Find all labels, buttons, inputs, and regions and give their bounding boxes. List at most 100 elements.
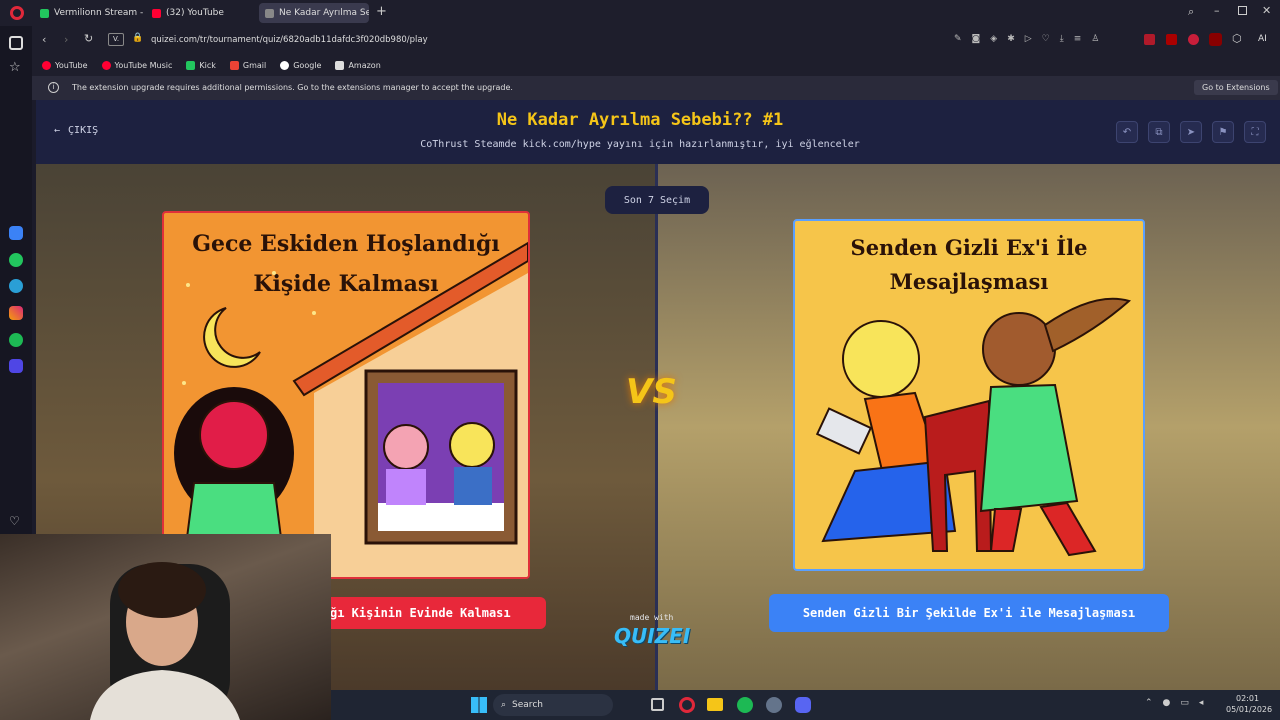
ext-red-icon[interactable] [1144,34,1155,45]
send-icon: ➤ [1186,126,1196,138]
right-choice-button[interactable]: Senden Gizli Bir Şekilde Ex'i ile Mesajl… [769,594,1169,632]
angry-woman-face [199,400,269,470]
tab-label: (32) YouTube [166,8,224,18]
streamer-hair [118,562,206,618]
tab-youtube[interactable]: (32) YouTube [146,3,256,23]
go-to-extensions-button[interactable]: Go to Extensions [1194,80,1278,95]
heart-icon[interactable]: ♡ [9,514,20,528]
windows-start-icon[interactable] [471,697,487,713]
vs-icon: VS [626,372,677,412]
back-icon[interactable]: ‹ [42,33,46,46]
opera-logo-icon[interactable] [10,6,24,20]
account-icon[interactable]: ♙ [1091,34,1099,44]
mic-icon[interactable]: ● [1163,698,1171,708]
heart-outline-icon[interactable]: ♡ [1042,34,1050,44]
network-icon[interactable]: ▭ [1180,698,1189,708]
extension-info-bar: i The extension upgrade requires additio… [32,76,1280,100]
undo-icon: ↶ [1122,126,1132,138]
search-tabs-icon[interactable]: ⌕ [1188,5,1194,19]
messenger-icon[interactable] [9,226,23,240]
telegram-icon[interactable] [9,279,23,293]
bookmark-amazon[interactable]: Amazon [335,60,381,70]
quizei-logo[interactable]: QUIZEI [614,624,690,648]
bookmarks-bar: YouTube YouTube Music Kick Gmail Google … [32,54,1280,76]
left-card-illustration [174,241,528,577]
moon-icon [203,307,261,368]
youtube-icon [42,60,51,70]
steam-icon[interactable] [766,697,782,713]
instagram-icon[interactable] [9,306,23,320]
player-icon[interactable] [9,359,23,373]
opera-taskbar-icon[interactable] [679,697,695,713]
star-icon[interactable]: ☆ [9,60,21,75]
file-explorer-icon[interactable] [707,698,723,711]
bookmark-youtube[interactable]: YouTube [42,60,88,70]
tab-label: Ne Kadar Ayrılma Sebebi... [279,8,369,18]
menu-icon[interactable]: ≡ [1074,34,1082,44]
lock-icon: 🔒 [132,33,144,43]
tab-bar: Vermilionn Stream - Watc (32) YouTube Ne… [0,0,1280,26]
round-badge: Son 7 Seçim [605,186,709,214]
send-button[interactable]: ➤ [1180,121,1202,143]
ext-puzzle-icon[interactable]: ⬡ [1232,32,1242,45]
tab-quizei[interactable]: Ne Kadar Ayrılma Sebebi... [259,3,369,23]
forward-icon[interactable]: › [64,33,68,46]
report-button[interactable]: ⚑ [1212,121,1234,143]
extension-icon[interactable]: ✱ [1007,34,1015,44]
left-choice-card[interactable]: Gece Eskiden Hoşlandığı Kişide Kalması [162,211,530,579]
amazon-icon [335,60,345,70]
vpn-badge[interactable]: V. [108,33,124,46]
taskbar-search[interactable]: ⌕ Search [493,694,613,716]
reload-icon[interactable]: ↻ [84,32,93,45]
task-view-icon[interactable] [651,698,664,711]
right-choice-card[interactable]: Senden Gizli Ex'i İle Mesajlaşması [793,219,1145,571]
ext-shield-icon[interactable] [1188,34,1199,45]
tray-icons[interactable]: ⌃ ● ▭ ◂ [1145,698,1203,708]
clock-date[interactable]: 05/01/2026 [1226,705,1272,714]
tablet [815,407,873,455]
bookmark-youtube-music[interactable]: YouTube Music [101,60,172,70]
new-tab-icon[interactable]: + [376,4,387,19]
vs-divider [655,164,658,690]
search-icon: ⌕ [501,700,507,710]
play-icon[interactable]: ▷ [1025,34,1032,44]
quiz-title: Ne Kadar Ayrılma Sebebi?? #1 [496,110,784,130]
close-window-button[interactable]: ✕ [1262,4,1271,17]
share-button[interactable]: ⧉ [1148,121,1170,143]
clock-time[interactable]: 02:01 [1236,694,1259,703]
spotify-taskbar-icon[interactable] [737,697,753,713]
ext-dark-icon[interactable] [1166,34,1177,45]
left-choice-button[interactable]: ğı Kişinin Evinde Kalması [316,597,546,629]
maximize-button[interactable] [1238,6,1247,15]
windows-taskbar: ⌕ Search ⌃ ● ▭ ◂ 02:01 05/01/2026 [331,690,1280,720]
bookmark-gmail[interactable]: Gmail [229,60,266,70]
woman-dress [979,383,1079,513]
spotify-icon[interactable] [9,333,23,347]
download-icon[interactable]: ⤓ [1060,34,1064,44]
ublock-icon[interactable] [1209,33,1222,46]
quiz-subtitle: CoThrust Steamde kick.com/hype yayını iç… [420,139,860,150]
star-dot [272,271,276,275]
shield-icon[interactable]: ◈ [990,34,997,44]
whatsapp-icon[interactable] [9,253,23,267]
home-icon[interactable] [9,36,23,50]
info-message: The extension upgrade requires additiona… [72,83,513,92]
bookmark-google[interactable]: Google [280,60,321,70]
discord-icon[interactable] [795,697,811,713]
edit-icon[interactable]: ✎ [954,34,962,44]
volume-icon[interactable]: ◂ [1199,698,1204,708]
share-icon: ⧉ [1155,126,1163,138]
boy-body [454,467,492,505]
ai-button[interactable]: AI [1258,34,1267,44]
tab-kick-stream[interactable]: Vermilionn Stream - Watc [34,3,144,23]
girl-body [386,469,426,505]
minimize-button[interactable]: – [1214,4,1220,17]
camera-icon[interactable]: ◙ [972,34,981,44]
chevron-up-icon[interactable]: ⌃ [1145,698,1153,708]
streamer-figure [90,562,240,720]
bookmark-kick[interactable]: Kick [186,60,216,70]
fullscreen-button[interactable]: ⛶ [1244,121,1266,143]
star-dot [312,311,316,315]
undo-button[interactable]: ↶ [1116,121,1138,143]
url-field[interactable]: quizei.com/tr/tournament/quiz/6820adb11d… [151,35,428,45]
